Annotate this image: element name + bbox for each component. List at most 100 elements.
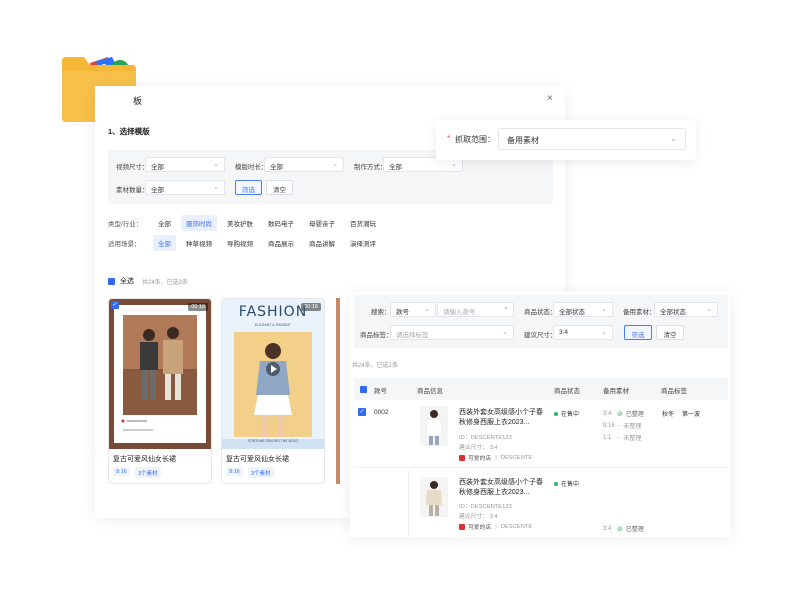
column-header: 商品状态 [554,388,580,395]
count-select[interactable]: 全部 ⌄ [145,180,225,195]
chevron-down-icon: ⌄ [601,329,607,336]
suggested-size: 建议尺寸： 3:4 [459,445,498,451]
category-chip[interactable]: 母婴亲子 [304,215,340,231]
duration-select[interactable]: 全部 ⌄ [264,157,344,172]
check-circle-icon: ⊘ [617,410,623,418]
filter-button[interactable]: 筛选 [235,180,262,195]
step-title: 1、选择模版 [108,127,150,136]
clear-button[interactable]: 清空 [656,325,684,340]
table-select-all-checkbox[interactable] [360,386,367,393]
selection-summary: 共24条，已选3条 [142,279,189,286]
shop-logo-icon [459,454,465,461]
status-select[interactable]: 全部状态 ⌄ [553,302,613,317]
required-mark: * [447,134,451,143]
column-header: 备用素材 [603,388,629,395]
select-all-checkbox[interactable] [108,277,115,285]
material-label: 备用素材： [623,309,656,316]
chevron-down-icon: ⌄ [601,306,607,313]
chevron-down-icon: ⌄ [332,161,338,168]
size-select[interactable]: 全部 ⌄ [145,157,225,172]
category-chip[interactable]: 全部 [153,215,176,231]
product-title[interactable]: 西装外套女高级感小个子春秋修身西服上衣2023... [459,408,545,428]
size-label: 视频尺寸： [116,164,149,171]
scene-chip[interactable]: 演绎测评 [345,235,381,251]
shop-info: 可爱的店 | DESCENTE [459,522,532,531]
method-label: 制作方式： [354,164,387,171]
scene-chip[interactable]: 商品讲解 [304,235,340,251]
status-dot-icon [554,411,558,416]
clear-button[interactable]: 清空 [266,180,293,195]
category-label: 类型/行业： [108,221,143,228]
range-select-card: * 抓取范围： 备用素材 ⌄ [436,120,696,160]
product-thumbnail [420,477,448,517]
category-chip[interactable]: 服饰时尚 [181,215,217,231]
search-icon: ⌕ [504,305,508,312]
tag-label: 商品标签： [360,332,393,339]
column-header: 商品信息 [417,388,443,395]
product-id: ID：DESCENTE123 [459,435,512,441]
scene-label: 适用场景： [108,241,141,248]
column-header: 款号 [374,388,387,395]
template-card[interactable]: ✓ 00:16 复古可爱风仙女长裙 9:16 3个素材 [108,298,212,484]
range-label: 抓取范围： [455,135,495,144]
product-thumbnail [420,406,448,446]
category-chip[interactable]: 美妆护肤 [222,215,258,231]
category-chip[interactable]: 数码电子 [263,215,299,231]
check-circle-icon: ⊘ [617,525,623,533]
card-title: 复古可爱风仙女长裙 [113,456,176,463]
card-title: 复古可爱风仙女长裙 [226,456,289,463]
category-row: 类型/行业： 全部 服饰时尚 美妆护肤 数码电子 母婴亲子 百货潮玩 [108,215,386,231]
material-item: 1:1– 未整理 [603,434,642,443]
suggested-size: 建议尺寸： 3:4 [459,514,498,520]
close-icon[interactable]: × [547,93,553,104]
search-label: 搜索： [371,309,391,316]
status-dot-icon [554,481,558,486]
category-chip[interactable]: 百货潮玩 [345,215,381,231]
column-header: 商品标签 [661,388,687,395]
scene-chip[interactable]: 种草视频 [181,235,217,251]
chevron-down-icon: ⌄ [670,134,677,143]
scene-chip[interactable]: 商品展示 [263,235,299,251]
row-checkbox[interactable]: ✓ [358,408,366,416]
dash-icon: – [617,434,621,441]
range-select[interactable]: 备用素材 ⌄ [498,128,686,150]
status-badge: 在售中 [554,479,579,488]
shop-info: 可爱的店 | DESCENTE [459,453,532,462]
product-count: 共24条，已选1条 [352,363,399,369]
search-field-select[interactable]: 款号 ⌄ [390,302,436,317]
tag-select[interactable]: 请选择标签 ⌄ [390,325,514,340]
dialog-title: 板 [133,96,143,106]
material-item: 3:4 ⊘ 已整理 [603,410,644,419]
template-thumbnail [109,299,211,449]
filter-button[interactable]: 筛选 [624,325,652,340]
duration-badge: 00:16 [188,303,208,311]
template-card[interactable]: 00:16 FASHION ELEGANT & RADIANT FORTUNE … [221,298,325,484]
template-thumbnail [222,299,324,449]
search-input[interactable]: 请输入款号 ⌕ [437,302,514,317]
scene-chip[interactable]: 导购视频 [222,235,258,251]
material-tag: 3个素材 [248,467,274,478]
chevron-down-icon: ⌄ [451,161,457,168]
material-item: 9:16– 未整理 [603,422,642,431]
card-checkbox[interactable]: ✓ [111,301,119,309]
product-tag: 秋冬 [662,412,675,418]
chevron-down-icon: ⌄ [424,306,430,313]
scene-row: 适用场景： 全部 种草视频 导购视频 商品展示 商品讲解 演绎测评 [108,235,386,251]
scene-chip[interactable]: 全部 [153,235,176,251]
material-item: 3:4 ⊘ 已整理 [603,525,644,534]
ratio-tag: 9:16 [226,467,243,476]
shop-logo-icon [459,523,465,530]
chevron-down-icon: ⌄ [502,329,508,336]
ratio-tag: 9:16 [113,467,130,476]
chevron-down-icon: ⌄ [213,184,219,191]
product-title[interactable]: 西装外套女高级感小个子春秋修身西服上衣2023... [459,478,545,498]
select-all-row: 全选 共24条，已选3条 [108,276,188,286]
status-label: 商品状态： [524,309,557,316]
status-badge: 在售中 [554,409,579,418]
size-label: 建议尺寸： [524,332,557,339]
material-select[interactable]: 全部状态 ⌄ [654,302,718,317]
size-select[interactable]: 3:4 ⌄ [553,325,613,340]
duration-label: 模版时长： [235,164,268,171]
next-card-edge [336,298,340,484]
material-tag: 3个素材 [135,467,161,478]
